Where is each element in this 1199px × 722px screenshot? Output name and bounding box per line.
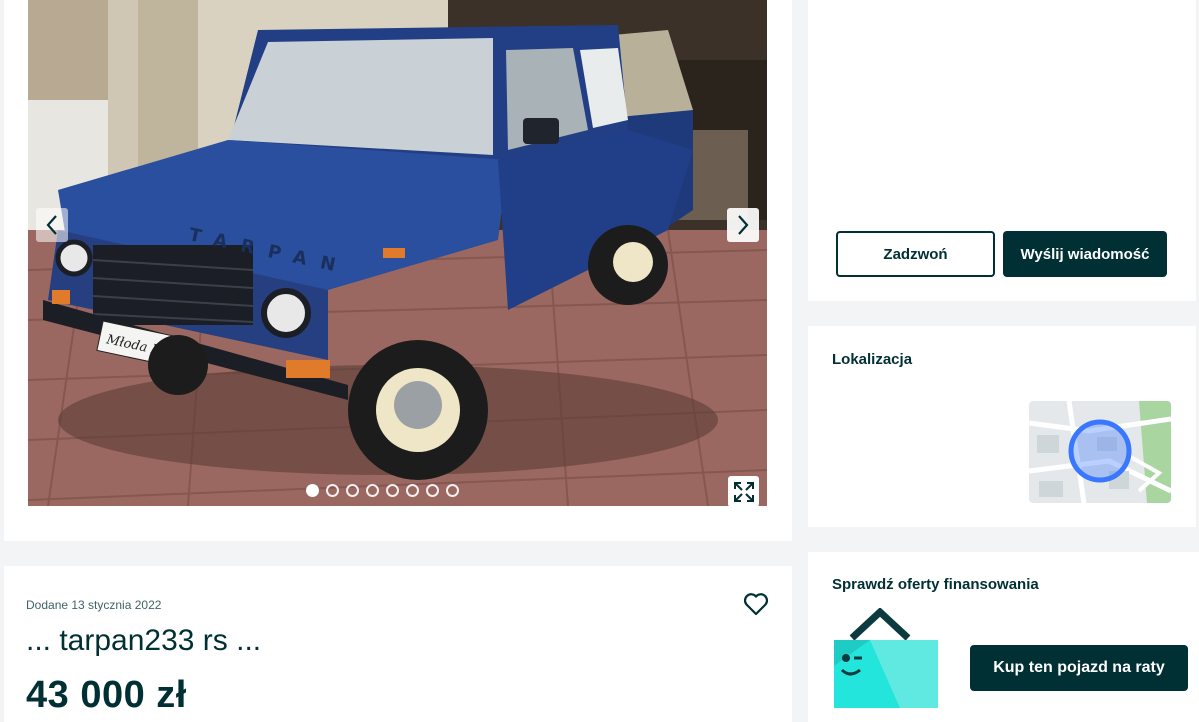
chevron-left-icon bbox=[46, 215, 57, 235]
listing-title: ... tarpan233 rs ... bbox=[26, 624, 262, 657]
pagination-dot[interactable] bbox=[346, 484, 359, 497]
vehicle-photo-illustration: Młoda Para TARPAN bbox=[28, 0, 767, 506]
photo-pagination bbox=[306, 484, 459, 497]
location-card: Lokalizacja bbox=[808, 326, 1196, 527]
listing-price: 43 000 zł bbox=[26, 674, 187, 716]
buy-in-installments-button[interactable]: Kup ten pojazd na raty bbox=[970, 645, 1188, 691]
gallery-card: Młoda Para TARPAN bbox=[4, 0, 792, 541]
pagination-dot[interactable] bbox=[406, 484, 419, 497]
pagination-dot[interactable] bbox=[326, 484, 339, 497]
favorite-button[interactable] bbox=[743, 592, 771, 618]
expand-icon bbox=[733, 481, 754, 502]
location-title: Lokalizacja bbox=[832, 351, 913, 368]
chevron-right-icon bbox=[738, 215, 749, 235]
pagination-dot[interactable] bbox=[306, 484, 319, 497]
pagination-dot[interactable] bbox=[446, 484, 459, 497]
pagination-dot[interactable] bbox=[366, 484, 379, 497]
finance-title: Sprawdź oferty finansowania bbox=[832, 576, 1039, 593]
added-date: Dodane 13 stycznia 2022 bbox=[26, 598, 162, 612]
listing-details-card: Dodane 13 stycznia 2022 ... tarpan233 rs… bbox=[4, 566, 792, 722]
pagination-dot[interactable] bbox=[426, 484, 439, 497]
shopping-bag-illustration bbox=[834, 608, 938, 708]
heart-icon bbox=[743, 593, 769, 616]
send-message-button[interactable]: Wyślij wiadomość bbox=[1003, 231, 1167, 277]
location-map-thumbnail[interactable] bbox=[1029, 401, 1171, 503]
next-photo-button[interactable] bbox=[727, 208, 759, 242]
previous-photo-button[interactable] bbox=[36, 208, 68, 242]
call-button[interactable]: Zadzwoń bbox=[836, 231, 995, 277]
pagination-dot[interactable] bbox=[386, 484, 399, 497]
fullscreen-button[interactable] bbox=[728, 476, 759, 506]
finance-card: Sprawdź oferty finansowania Kup ten poja… bbox=[808, 552, 1199, 722]
contact-card: Zadzwoń Wyślij wiadomość bbox=[808, 0, 1196, 301]
vehicle-photo[interactable]: Młoda Para TARPAN bbox=[28, 0, 767, 506]
map-illustration bbox=[1029, 401, 1171, 503]
